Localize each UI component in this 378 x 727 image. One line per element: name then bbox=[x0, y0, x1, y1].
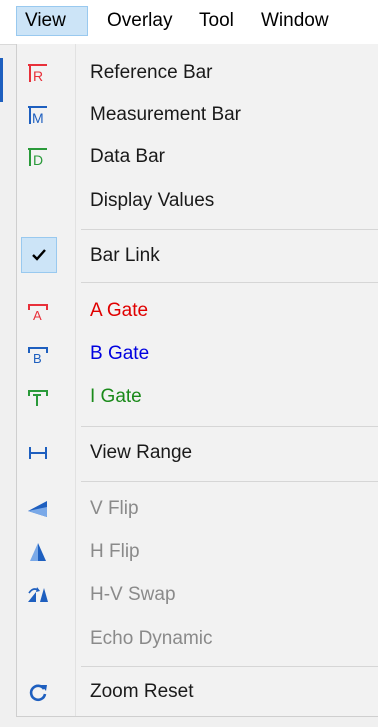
zoom-reset-icon bbox=[25, 679, 51, 705]
svg-text:D: D bbox=[33, 152, 43, 168]
menu-item-label: Measurement Bar bbox=[90, 104, 242, 125]
menu-item-echo-dynamic[interactable]: Echo Dynamic bbox=[17, 617, 378, 661]
menu-item-v-flip[interactable]: V Flip bbox=[17, 487, 378, 531]
hv-swap-icon bbox=[25, 582, 51, 608]
menu-item-display-values[interactable]: Display Values bbox=[17, 179, 378, 223]
menu-item-zoom-reset[interactable]: Zoom Reset bbox=[17, 670, 378, 714]
menu-item-label: Reference Bar bbox=[90, 62, 213, 83]
window-edge bbox=[0, 58, 3, 102]
menu-item-measurement-bar[interactable]: M Measurement Bar bbox=[17, 93, 378, 137]
data-bar-icon: D bbox=[25, 144, 51, 170]
menu-item-label: Bar Link bbox=[90, 245, 160, 266]
menu-item-label: View Range bbox=[90, 442, 193, 463]
menu-item-label: H Flip bbox=[90, 541, 140, 562]
menu-item-label: Zoom Reset bbox=[90, 681, 194, 702]
svg-text:R: R bbox=[33, 68, 43, 84]
view-dropdown-menu: R Reference Bar M Measurement Bar D Data… bbox=[16, 44, 378, 717]
menu-window[interactable]: Window bbox=[261, 10, 329, 32]
menu-separator bbox=[81, 666, 378, 667]
menu-tool[interactable]: Tool bbox=[199, 10, 234, 32]
menu-item-label: Data Bar bbox=[90, 146, 165, 167]
menu-item-i-gate[interactable]: I Gate bbox=[17, 375, 378, 419]
b-gate-icon: B bbox=[25, 341, 51, 367]
menu-item-label: V Flip bbox=[90, 498, 139, 519]
menu-item-label: A Gate bbox=[90, 300, 149, 321]
menu-separator bbox=[81, 426, 378, 427]
i-gate-icon bbox=[25, 384, 51, 410]
menu-item-label: H-V Swap bbox=[90, 584, 176, 605]
v-flip-icon bbox=[25, 496, 51, 522]
view-range-icon bbox=[25, 440, 51, 466]
h-flip-icon bbox=[25, 539, 51, 565]
reference-bar-icon: R bbox=[25, 60, 51, 86]
menu-separator bbox=[81, 481, 378, 482]
menu-item-a-gate[interactable]: A A Gate bbox=[17, 289, 378, 333]
menu-item-b-gate[interactable]: B B Gate bbox=[17, 332, 378, 376]
menu-item-h-flip[interactable]: H Flip bbox=[17, 530, 378, 574]
menu-item-reference-bar[interactable]: R Reference Bar bbox=[17, 51, 378, 95]
menu-item-label: Echo Dynamic bbox=[90, 628, 213, 649]
svg-text:B: B bbox=[33, 351, 42, 365]
check-icon bbox=[21, 237, 57, 273]
measurement-bar-icon: M bbox=[25, 102, 51, 128]
menu-item-view-range[interactable]: View Range bbox=[17, 431, 378, 475]
menu-item-data-bar[interactable]: D Data Bar bbox=[17, 135, 378, 179]
menu-view[interactable]: View bbox=[16, 6, 88, 36]
menu-bar: View Overlay Tool Window bbox=[0, 0, 378, 45]
menu-overlay[interactable]: Overlay bbox=[107, 10, 172, 32]
menu-item-label: Display Values bbox=[90, 190, 215, 211]
menu-item-hv-swap[interactable]: H-V Swap bbox=[17, 573, 378, 617]
svg-text:A: A bbox=[33, 308, 42, 322]
a-gate-icon: A bbox=[25, 298, 51, 324]
svg-text:M: M bbox=[32, 110, 44, 126]
menu-item-label: I Gate bbox=[90, 386, 142, 407]
menu-separator bbox=[81, 282, 378, 283]
menu-separator bbox=[81, 229, 378, 230]
menu-item-label: B Gate bbox=[90, 343, 150, 364]
menu-item-bar-link[interactable]: Bar Link bbox=[17, 234, 378, 278]
